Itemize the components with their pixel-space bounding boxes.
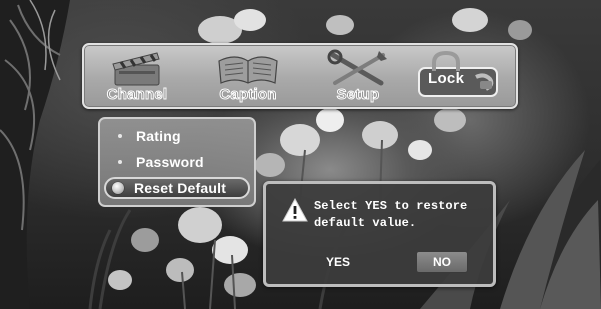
lock-submenu: Rating Password Reset Default <box>98 117 256 207</box>
menu-label-channel: Channel <box>106 86 168 104</box>
dialog-message-line1: Select YES to restore <box>314 199 468 213</box>
menu-item-caption[interactable]: Caption <box>202 49 294 105</box>
submenu-label-rating: Rating <box>136 128 181 144</box>
tools-icon <box>327 49 387 86</box>
bullet-icon <box>118 134 122 138</box>
menu-label-setup: Setup <box>336 86 380 104</box>
submenu-label-reset-default: Reset Default <box>134 180 227 196</box>
dialog-message-line2: default value. <box>314 216 417 230</box>
main-menu-bar: Channel Caption Setup Lock <box>82 43 518 109</box>
menu-label-lock: Lock <box>428 70 465 87</box>
menu-label-caption: Caption <box>219 86 277 104</box>
submenu-item-password[interactable]: Password <box>106 151 248 173</box>
submenu-label-password: Password <box>136 154 204 170</box>
open-book-icon <box>218 56 278 84</box>
selected-dot-icon <box>112 182 124 194</box>
no-button[interactable]: NO <box>416 251 468 273</box>
reset-confirm-dialog: Select YES to restore default value. YES… <box>263 181 496 287</box>
submenu-item-rating[interactable]: Rating <box>106 125 248 147</box>
menu-item-channel[interactable]: Channel <box>96 49 178 105</box>
submenu-item-reset-default[interactable]: Reset Default <box>104 177 250 199</box>
menu-item-setup[interactable]: Setup <box>312 49 404 105</box>
menu-item-lock[interactable]: Lock <box>418 51 500 99</box>
clapperboard-icon <box>112 52 160 86</box>
dialog-message: Select YES to restore default value. <box>314 198 490 232</box>
warning-icon <box>282 198 308 222</box>
yes-button[interactable]: YES <box>310 251 366 273</box>
tv-screen: Channel Caption Setup Lock Rating Passwo… <box>0 0 601 309</box>
bullet-icon <box>118 160 122 164</box>
